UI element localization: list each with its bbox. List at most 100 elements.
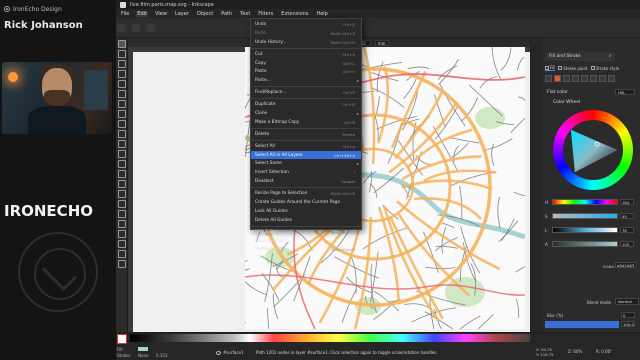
save-icon[interactable]	[147, 24, 156, 32]
color-wheel-label[interactable]: Color Wheel	[553, 100, 580, 105]
color-triangle[interactable]	[567, 124, 619, 176]
menu-item-paste[interactable]: Paste... ▸	[251, 76, 361, 85]
menu-item-redo[interactable]: Redo Shift+Ctrl+Z	[251, 29, 361, 38]
zoom-tool-icon[interactable]	[118, 70, 126, 78]
unset-paint-button[interactable]	[608, 75, 615, 82]
slider-value-input[interactable]: 76	[620, 227, 634, 233]
menu-text[interactable]: Text	[239, 11, 251, 17]
rgba-input[interactable]: a8d1d4ff	[615, 262, 637, 268]
text-tool-icon[interactable]	[118, 170, 126, 178]
menu-item-duplicate[interactable]: Duplicate Ctrl+D	[251, 100, 361, 109]
no-paint-button[interactable]	[545, 75, 552, 82]
opacity-input[interactable]: 100.0	[621, 321, 635, 327]
fill-color-swatch[interactable]	[138, 347, 148, 351]
layer-indicator[interactable]: #surface1	[216, 349, 244, 356]
menu-extensions[interactable]: Extensions	[280, 11, 309, 17]
fill-stroke-dialog-tab[interactable]: Fill and Stroke ×	[545, 52, 615, 61]
menu-item-make-a-bitmap-copy[interactable]: Make a Bitmap Copy Alt+B	[251, 118, 361, 127]
tab-stroke-paint[interactable]: Stroke paint	[558, 66, 588, 71]
stroke-width-value[interactable]: 0.353	[156, 353, 167, 358]
menu-edit[interactable]: Edit	[136, 10, 149, 17]
color-wheel[interactable]	[553, 110, 633, 190]
menu-item-lock-all-guides[interactable]: Lock All Guides	[251, 207, 361, 216]
zoom-level[interactable]: Z: 60%	[568, 349, 582, 354]
menu-item-select-all-in-all-layers[interactable]: Select All in All Layers Ctrl+Alt+A	[251, 150, 361, 160]
menu-item-xml-editor[interactable]: XML Editor... Shift+Ctrl+X	[251, 228, 361, 237]
pattern-button[interactable]	[590, 75, 597, 82]
mesh-tool-icon[interactable]	[118, 220, 126, 228]
opacity-slider[interactable]: Opacity (%)	[545, 321, 619, 337]
menu-item-deselect[interactable]: Deselect Escape	[251, 177, 361, 186]
slider-track[interactable]	[552, 199, 618, 205]
menu-item-select-all[interactable]: Select All Ctrl+A	[251, 142, 361, 151]
unit-select[interactable]: mm	[374, 39, 389, 46]
pages-tool-icon[interactable]	[118, 250, 126, 258]
spray-tool-icon[interactable]	[118, 180, 126, 188]
menu-item-cut[interactable]: Cut Ctrl+X	[251, 50, 361, 59]
menu-item-undo[interactable]: Undo Ctrl+Z	[251, 20, 361, 29]
radial-gradient-button[interactable]	[572, 75, 579, 82]
eraser-tool-icon[interactable]	[118, 190, 126, 198]
stroke-value[interactable]: None	[138, 353, 148, 358]
spiral-tool-icon[interactable]	[118, 130, 126, 138]
tab-fill[interactable]: Fill	[545, 65, 556, 71]
tweak-tool-icon[interactable]	[118, 60, 126, 68]
slider-value-input[interactable]: 184	[620, 199, 634, 205]
color-mode-select[interactable]: HSL	[615, 89, 635, 95]
pencil-tool-icon[interactable]	[118, 140, 126, 148]
menu-file[interactable]: File	[120, 11, 130, 17]
visibility-eye-icon[interactable]	[216, 350, 221, 355]
slider-track[interactable]	[552, 241, 618, 247]
menu-view[interactable]: View	[154, 11, 168, 17]
menu-path[interactable]: Path	[220, 11, 233, 17]
fill-stroke-indicator[interactable]	[117, 334, 127, 346]
layer-name[interactable]: #surface1	[223, 350, 244, 355]
node-tool-icon[interactable]	[118, 50, 126, 58]
blur-input[interactable]: 0	[621, 312, 635, 318]
menu-item-clone[interactable]: Clone ▸	[251, 109, 361, 118]
menu-item-find-replace[interactable]: Find/Replace... Ctrl+F	[251, 88, 361, 97]
vertical-ruler[interactable]	[128, 52, 133, 332]
tab-stroke-style[interactable]: Stroke style	[590, 66, 619, 71]
menu-object[interactable]: Object	[196, 11, 214, 17]
slider-track[interactable]	[552, 227, 618, 233]
dropper-tool-icon[interactable]	[118, 230, 126, 238]
slider-value-input[interactable]: 45	[620, 213, 634, 219]
open-icon[interactable]	[132, 24, 141, 32]
menu-item-delete-all-guides[interactable]: Delete All Guides	[251, 216, 361, 225]
slider-track[interactable]	[552, 213, 618, 219]
calligraphy-tool-icon[interactable]	[118, 160, 126, 168]
fill-swatch[interactable]	[117, 334, 127, 344]
menu-item-resize-page-to-selection[interactable]: Resize Page to Selection Shift+Ctrl+R	[251, 189, 361, 198]
slider-value-input[interactable]: 100	[620, 241, 634, 247]
selector-tool-icon[interactable]	[118, 40, 126, 48]
menu-item-paste[interactable]: Paste Ctrl+V	[251, 67, 361, 76]
close-icon[interactable]: ×	[608, 54, 612, 59]
star-tool-icon[interactable]	[118, 120, 126, 128]
menu-filters[interactable]: Filters	[257, 11, 274, 17]
swatch-button[interactable]	[599, 75, 606, 82]
gradient-tool-icon[interactable]	[118, 210, 126, 218]
menu-item-invert-selection[interactable]: Invert Selection!	[251, 168, 361, 177]
color-palette[interactable]	[130, 334, 530, 342]
ellipse-tool-icon[interactable]	[118, 110, 126, 118]
bucket-tool-icon[interactable]	[118, 200, 126, 208]
pen-tool-icon[interactable]	[118, 150, 126, 158]
new-document-icon[interactable]	[117, 24, 125, 32]
menu-item-select-same[interactable]: Select Same ▸	[251, 159, 361, 168]
menu-item-copy[interactable]: Copy Ctrl+C	[251, 59, 361, 68]
menu-item-input-devices[interactable]: Input Devices...	[251, 237, 361, 246]
menu-help[interactable]: Help	[315, 11, 328, 17]
menu-item-delete[interactable]: Delete Delete	[251, 130, 361, 139]
connector-tool-icon[interactable]	[118, 240, 126, 248]
menu-layer[interactable]: Layer	[174, 11, 190, 17]
rotation-value[interactable]: R: 0.00°	[596, 349, 612, 354]
lpe-tool-icon[interactable]	[118, 260, 126, 268]
blend-mode-select[interactable]: Normal	[615, 298, 639, 305]
rectangle-tool-icon[interactable]	[118, 90, 126, 98]
mesh-gradient-button[interactable]	[581, 75, 588, 82]
3d-box-tool-icon[interactable]	[118, 100, 126, 108]
linear-gradient-button[interactable]	[563, 75, 570, 82]
measure-tool-icon[interactable]	[118, 80, 126, 88]
menu-item-create-guides-around-the-current-page[interactable]: Create Guides Around the Current Page	[251, 198, 361, 207]
